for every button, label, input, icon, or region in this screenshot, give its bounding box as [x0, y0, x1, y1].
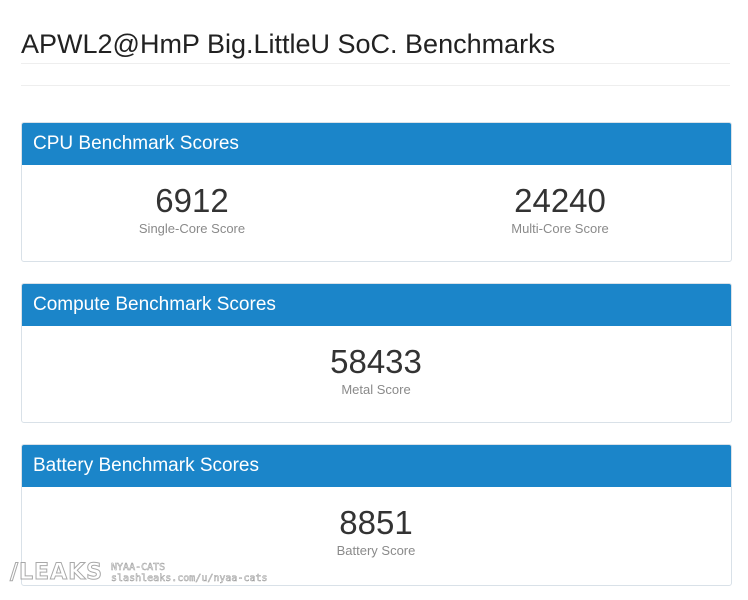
- compute-benchmark-panel: Compute Benchmark Scores 58433 Metal Sco…: [21, 283, 732, 423]
- battery-score-value: 8851: [339, 504, 413, 541]
- single-core-score-value: 6912: [155, 182, 229, 219]
- title-divider: [21, 63, 730, 64]
- cpu-panel-body: 6912 Single-Core Score 24240 Multi-Core …: [22, 165, 731, 261]
- battery-panel-heading: Battery Benchmark Scores: [22, 445, 731, 487]
- single-core-score-label: Single-Core Score: [138, 221, 246, 236]
- cpu-panel-heading: CPU Benchmark Scores: [22, 123, 731, 165]
- metal-score-value: 58433: [330, 343, 422, 380]
- section-divider: [21, 85, 730, 86]
- multi-core-score: 24240 Multi-Core Score: [390, 183, 730, 237]
- metal-score: 58433 Metal Score: [206, 344, 546, 398]
- single-core-score: 6912 Single-Core Score: [22, 183, 362, 237]
- compute-panel-heading: Compute Benchmark Scores: [22, 284, 731, 326]
- battery-score-label: Battery Score: [336, 543, 416, 558]
- metal-score-label: Metal Score: [341, 382, 411, 397]
- watermark-url: slashleaks.com/u/nyaa-cats: [111, 572, 268, 584]
- watermark-text: NYAA-CATS slashleaks.com/u/nyaa-cats: [111, 561, 268, 584]
- watermark-user: NYAA-CATS: [111, 561, 166, 573]
- multi-core-score-value: 24240: [514, 182, 606, 219]
- watermark-logo: /LEAKS: [9, 560, 104, 586]
- slashleaks-watermark: /LEAKS NYAA-CATS slashleaks.com/u/nyaa-c…: [9, 560, 268, 586]
- cpu-benchmark-panel: CPU Benchmark Scores 6912 Single-Core Sc…: [21, 122, 732, 262]
- multi-core-score-label: Multi-Core Score: [511, 221, 609, 236]
- compute-panel-body: 58433 Metal Score: [22, 326, 731, 422]
- battery-score: 8851 Battery Score: [206, 505, 546, 559]
- page-title: APWL2@HmP Big.LittleU SoC. Benchmarks: [21, 29, 556, 60]
